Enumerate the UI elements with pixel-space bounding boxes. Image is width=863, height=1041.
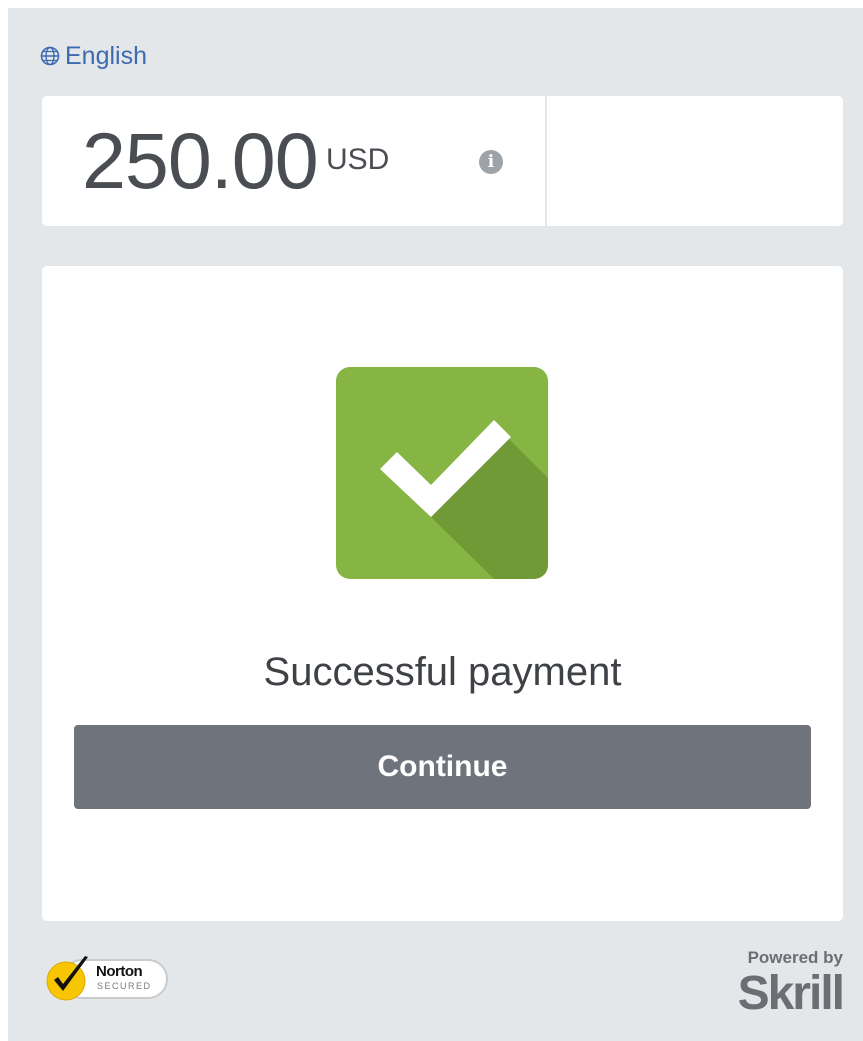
powered-by-skrill: Powered by Skrill	[703, 948, 845, 1028]
info-icon[interactable]: i	[479, 150, 503, 174]
language-selector[interactable]: English	[40, 42, 147, 70]
norton-brand: Norton	[96, 963, 143, 980]
skrill-logo: Skrill	[737, 967, 845, 1020]
norton-check-icon	[46, 956, 88, 1001]
amount-value: 250.00	[82, 116, 319, 205]
success-check-icon	[336, 367, 548, 579]
amount-currency: USD	[326, 143, 390, 176]
status-card: Successful payment Continue	[42, 266, 843, 921]
success-message: Successful payment	[263, 650, 622, 694]
globe-icon	[40, 46, 60, 66]
continue-button[interactable]: Continue	[74, 725, 811, 809]
language-label: English	[65, 41, 147, 70]
norton-secured-badge: Norton SECURED	[44, 953, 172, 1005]
amount-section: 250.00 USD i	[42, 96, 547, 226]
norton-subtitle: SECURED	[97, 981, 152, 991]
amount-card: 250.00 USD i	[42, 96, 843, 226]
amount-side-panel	[547, 96, 843, 226]
payment-panel: English 250.00 USD i Successful payment …	[8, 8, 863, 1041]
powered-by-label: Powered by	[747, 948, 843, 967]
